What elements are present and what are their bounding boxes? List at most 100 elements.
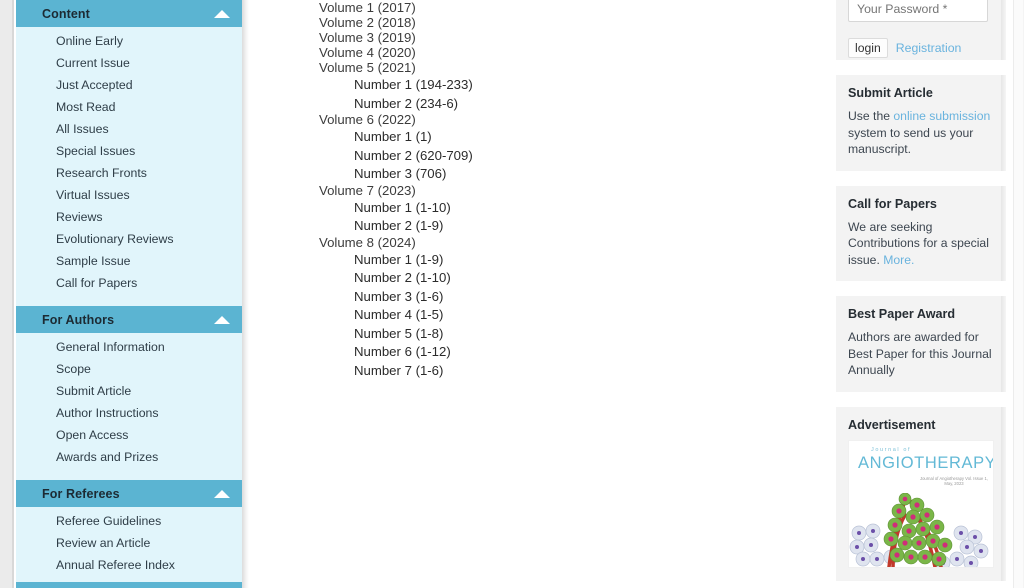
panel-best-paper-award: Best Paper Award Authors are awarded for … <box>836 296 1006 392</box>
sidebar-section-title: For Authors <box>42 312 115 327</box>
sidebar-section-header-for-referees[interactable]: For Referees <box>16 480 242 507</box>
sidebar-section-list: General Information Scope Submit Article Au… <box>16 333 242 474</box>
volume-list-item: Volume 7 (2023) Number 1 (1-10) Number 2 (… <box>267 183 814 235</box>
issue-number-link[interactable]: Number 2 (1-10) <box>267 269 814 287</box>
sidebar-section-header-next[interactable] <box>16 582 242 588</box>
caret-up-icon[interactable] <box>214 489 230 498</box>
ad-journal-subtitle: Journal of Angiotherapy Vol. Issue 1, Ma… <box>920 475 988 487</box>
ad-cover-artwork <box>849 492 989 567</box>
sidebar-item-awards-and-prizes[interactable]: Awards and Prizes <box>16 446 242 468</box>
registration-link[interactable]: Registration <box>896 41 962 55</box>
sidebar-item-call-for-papers[interactable]: Call for Papers <box>16 272 242 294</box>
ad-journal-name: ANGIOTHERAPY <box>858 453 994 472</box>
volume-label[interactable]: Volume 1 (2017) <box>267 0 814 15</box>
sidebar-item-online-early[interactable]: Online Early <box>16 30 242 52</box>
volume-label[interactable]: Volume 4 (2020) <box>267 45 814 60</box>
main-content: Volume 1 (2017) Volume 2 (2018) Volume 3 (… <box>249 0 832 588</box>
sidebar-item-special-issues[interactable]: Special Issues <box>16 140 242 162</box>
issue-number-link[interactable]: Number 2 (620-709) <box>267 147 814 165</box>
issue-number-link[interactable]: Number 6 (1-12) <box>267 343 814 361</box>
sidebar-divider <box>242 0 249 588</box>
caret-up-icon[interactable] <box>214 9 230 18</box>
volume-list-item: Volume 8 (2024) Number 1 (1-9) Number 2 (1… <box>267 235 814 380</box>
issue-number-link[interactable]: Number 1 (1-10) <box>267 199 814 217</box>
left-sidebar: Content Online Early Current Issue Just Acc… <box>16 0 242 588</box>
volume-list-item: Volume 6 (2022) Number 1 (1) Number 2 (620… <box>267 112 814 183</box>
sidebar-section-list: Referee Guidelines Review an Article Annua… <box>16 507 242 582</box>
volume-label[interactable]: Volume 6 (2022) <box>267 112 814 127</box>
sidebar-section-header-content[interactable]: Content <box>16 0 242 27</box>
sidebar-item-scope[interactable]: Scope <box>16 358 242 380</box>
volume-label[interactable]: Volume 8 (2024) <box>267 235 814 250</box>
sidebar-item-referee-guidelines[interactable]: Referee Guidelines <box>16 510 242 532</box>
sidebar-item-just-accepted[interactable]: Just Accepted <box>16 74 242 96</box>
ad-journal-word: Journal of <box>871 446 912 453</box>
issue-number-link[interactable]: Number 3 (706) <box>267 165 814 183</box>
sidebar-item-research-fronts[interactable]: Research Fronts <box>16 162 242 184</box>
advertisement-panel: Advertisement Journal of ANGIOTHERAPY Jo… <box>836 406 1006 581</box>
volume-list-item: Volume 2 (2018) <box>267 15 814 30</box>
sidebar-section-header-for-authors[interactable]: For Authors <box>16 306 242 333</box>
volume-label[interactable]: Volume 5 (2021) <box>267 60 814 75</box>
panel-text-before: Authors are awarded for Best Paper for t… <box>848 330 992 377</box>
sidebar-item-most-read[interactable]: Most Read <box>16 96 242 118</box>
sidebar-section-list: Online Early Current Issue Just Accepted Mo… <box>16 27 242 300</box>
sidebar-section-title: For Referees <box>42 486 120 501</box>
login-button[interactable]: login <box>848 38 888 58</box>
sidebar-item-open-access[interactable]: Open Access <box>16 424 242 446</box>
panel-title: Submit Article <box>848 86 933 100</box>
issue-number-link[interactable]: Number 7 (1-6) <box>267 362 814 380</box>
panel-link[interactable]: More. <box>883 253 914 267</box>
sidebar-item-virtual-issues[interactable]: Virtual Issues <box>16 184 242 206</box>
panel-text-after: system to send us your manuscript. <box>848 125 974 157</box>
sidebar-item-submit-article[interactable]: Submit Article <box>16 380 242 402</box>
panel-link[interactable]: online submission <box>893 109 990 123</box>
panel-call-for-papers: Call for Papers We are seeking Contributi… <box>836 185 1006 281</box>
panel-body: Authors are awarded for Best Paper for t… <box>848 329 994 379</box>
panel-submit-article: Submit Article Use the online submission … <box>836 75 1006 171</box>
sidebar-item-author-instructions[interactable]: Author Instructions <box>16 402 242 424</box>
volume-label[interactable]: Volume 3 (2019) <box>267 30 814 45</box>
page-left-gutter <box>0 0 14 588</box>
sidebar-item-annual-referee-index[interactable]: Annual Referee Index <box>16 554 242 576</box>
password-field[interactable] <box>848 0 988 22</box>
sidebar-item-evolutionary-reviews[interactable]: Evolutionary Reviews <box>16 228 242 250</box>
login-actions: login Registration <box>848 38 961 58</box>
sidebar-item-sample-issue[interactable]: Sample Issue <box>16 250 242 272</box>
panel-text-before: Use the <box>848 109 894 123</box>
panel-text-before: We are seeking Contributions for a speci… <box>848 219 989 267</box>
advertisement-title: Advertisement <box>848 417 936 432</box>
journal-issues-page: Content Online Early Current Issue Just Acc… <box>0 0 1024 588</box>
issue-number-link[interactable]: Number 5 (1-8) <box>267 325 814 343</box>
volume-list-item: Volume 1 (2017) <box>267 0 814 15</box>
caret-up-icon[interactable] <box>214 315 230 324</box>
issue-number-link[interactable]: Number 1 (1) <box>267 128 814 146</box>
issue-number-link[interactable]: Number 1 (194-233) <box>267 76 814 94</box>
login-panel: login Registration <box>836 0 1006 60</box>
sidebar-item-review-an-article[interactable]: Review an Article <box>16 532 242 554</box>
page-scrollbar[interactable] <box>1013 0 1024 588</box>
panel-title: Best Paper Award <box>848 307 956 321</box>
volume-label[interactable]: Volume 7 (2023) <box>267 183 814 198</box>
issue-number-link[interactable]: Number 4 (1-5) <box>267 306 814 324</box>
sidebar-item-reviews[interactable]: Reviews <box>16 206 242 228</box>
sidebar-item-all-issues[interactable]: All Issues <box>16 118 242 140</box>
right-sidebar: login Registration Submit Article Use the… <box>836 0 1006 588</box>
volume-list-item: Volume 5 (2021) Number 1 (194-233) Number … <box>267 60 814 112</box>
sidebar-item-general-information[interactable]: General Information <box>16 336 242 358</box>
volume-label[interactable]: Volume 2 (2018) <box>267 15 814 30</box>
page-scrollbar-thumb[interactable] <box>1014 0 1023 588</box>
volume-list: Volume 1 (2017) Volume 2 (2018) Volume 3 (… <box>267 0 814 379</box>
panel-title: Call for Papers <box>848 196 937 211</box>
sidebar-section-title: Content <box>42 6 90 21</box>
sidebar-item-current-issue[interactable]: Current Issue <box>16 52 242 74</box>
panel-body: Use the online submission system to send… <box>848 108 994 158</box>
volume-list-item: Volume 4 (2020) <box>267 45 814 60</box>
issue-number-link[interactable]: Number 3 (1-6) <box>267 288 814 306</box>
volume-list-item: Volume 3 (2019) <box>267 30 814 45</box>
issue-number-link[interactable]: Number 2 (1-9) <box>267 217 814 235</box>
panel-body: We are seeking Contributions for a speci… <box>848 219 994 269</box>
issue-number-link[interactable]: Number 1 (1-9) <box>267 251 814 269</box>
advertisement-cover-image[interactable]: Journal of ANGIOTHERAPY Journal of Angio… <box>848 439 994 568</box>
issue-number-link[interactable]: Number 2 (234-6) <box>267 95 814 113</box>
